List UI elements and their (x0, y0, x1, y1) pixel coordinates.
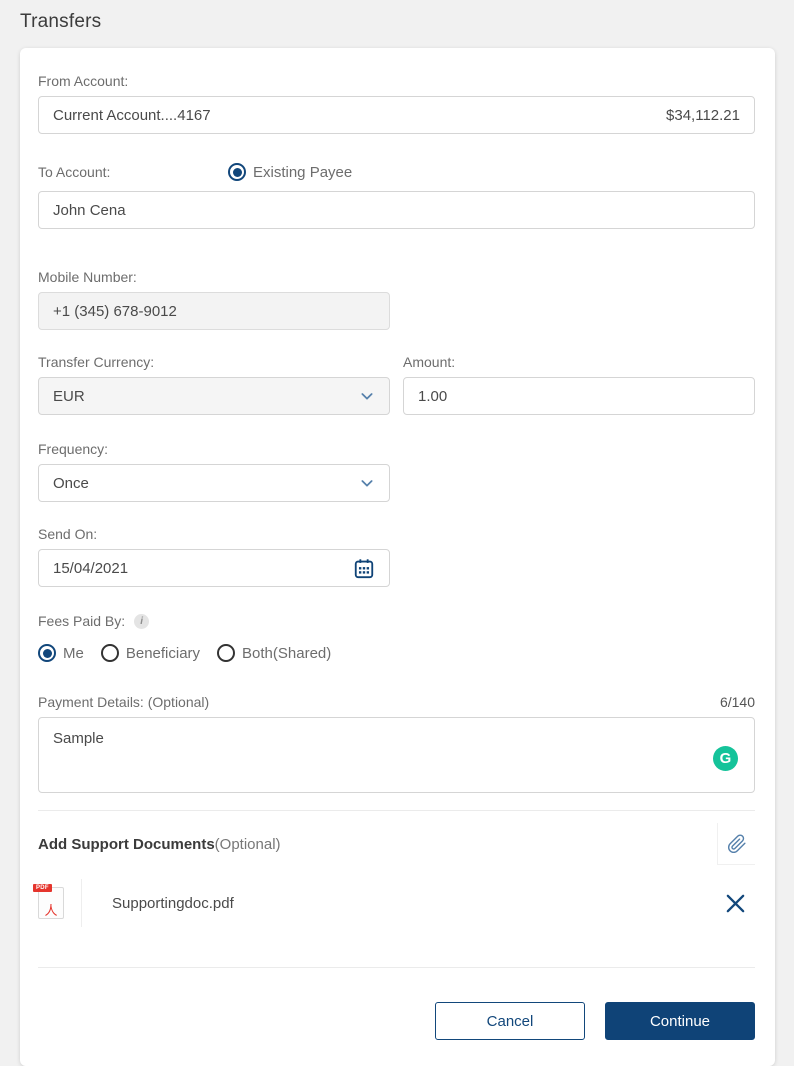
fees-paid-by-options: Me Beneficiary Both(Shared) (38, 644, 755, 662)
support-documents-title: Add Support Documents(Optional) (38, 836, 281, 853)
attach-file-button[interactable] (717, 823, 755, 865)
frequency-label: Frequency: (38, 441, 109, 457)
close-icon (724, 892, 747, 915)
send-on-label: Send On: (38, 526, 98, 542)
info-icon[interactable]: i (134, 613, 150, 629)
fees-radio-me-label: Me (63, 644, 84, 662)
radio-unselected-icon (217, 644, 236, 662)
transfer-form-card: From Account: Current Account....4167 $3… (20, 48, 775, 1066)
to-account-label: To Account: (38, 164, 111, 180)
payment-details-value: Sample (53, 730, 104, 747)
existing-payee-radio[interactable]: Existing Payee (228, 163, 352, 181)
file-divider (81, 879, 82, 927)
amount-value: 1.00 (418, 387, 448, 405)
divider (38, 967, 755, 968)
divider (38, 810, 755, 811)
existing-payee-radio-label: Existing Payee (253, 163, 353, 181)
fees-radio-both[interactable]: Both(Shared) (217, 644, 331, 662)
mobile-number-input: +1 (345) 678-9012 (38, 292, 390, 330)
transfer-currency-label: Transfer Currency: (38, 354, 155, 370)
fees-paid-by-label: Fees Paid By: (38, 613, 126, 629)
amount-input[interactable]: 1.00 (403, 377, 755, 415)
amount-label: Amount: (403, 354, 456, 370)
chevron-down-icon (359, 475, 375, 491)
payee-name-input[interactable]: John Cena (38, 191, 755, 229)
transfer-currency-value: EUR (53, 387, 85, 405)
frequency-select[interactable]: Once (38, 464, 390, 502)
radio-selected-icon (38, 644, 56, 662)
char-counter: 6/140 (719, 694, 755, 710)
chevron-down-icon (359, 388, 375, 404)
attached-file-row: PDF 人 Supportingdoc.pdf (33, 879, 755, 927)
from-account-label: From Account: (38, 73, 129, 89)
continue-button[interactable]: Continue (605, 1002, 755, 1040)
cancel-button[interactable]: Cancel (435, 1002, 585, 1040)
from-account-balance: $34,112.21 (666, 106, 740, 124)
payee-name-value: John Cena (53, 201, 126, 219)
remove-file-button[interactable] (724, 892, 747, 915)
pdf-file-icon: PDF 人 (33, 884, 64, 919)
fees-radio-me[interactable]: Me (38, 644, 84, 662)
file-name: Supportingdoc.pdf (112, 894, 234, 912)
support-documents-label: Add Support Documents (38, 835, 215, 853)
frequency-value: Once (53, 474, 89, 492)
send-on-date-input[interactable]: 15/04/2021 (38, 549, 390, 587)
from-account-select[interactable]: Current Account....4167 $34,112.21 (38, 96, 755, 134)
pdf-glyph: 人 (44, 903, 58, 918)
paperclip-icon (727, 833, 747, 855)
fees-radio-both-label: Both(Shared) (242, 644, 332, 662)
radio-selected-icon (228, 163, 246, 181)
support-documents-optional: (Optional) (214, 835, 281, 853)
page-title: Transfers (20, 11, 102, 32)
fees-radio-beneficiary-label: Beneficiary (125, 644, 201, 662)
payment-details-textarea[interactable]: Sample G (38, 717, 755, 793)
grammarly-icon[interactable]: G (713, 746, 738, 771)
to-account-row: To Account: Existing Payee (38, 163, 755, 181)
transfer-currency-select[interactable]: EUR (38, 377, 390, 415)
send-on-value: 15/04/2021 (53, 559, 129, 577)
fees-radio-beneficiary[interactable]: Beneficiary (100, 644, 201, 662)
calendar-icon[interactable] (353, 557, 375, 579)
from-account-value: Current Account....4167 (53, 106, 211, 124)
payment-details-label: Payment Details: (Optional) (38, 694, 210, 710)
pdf-badge: PDF (33, 884, 52, 892)
mobile-number-value: +1 (345) 678-9012 (53, 302, 177, 320)
mobile-number-label: Mobile Number: (38, 269, 137, 285)
radio-unselected-icon (100, 644, 119, 662)
